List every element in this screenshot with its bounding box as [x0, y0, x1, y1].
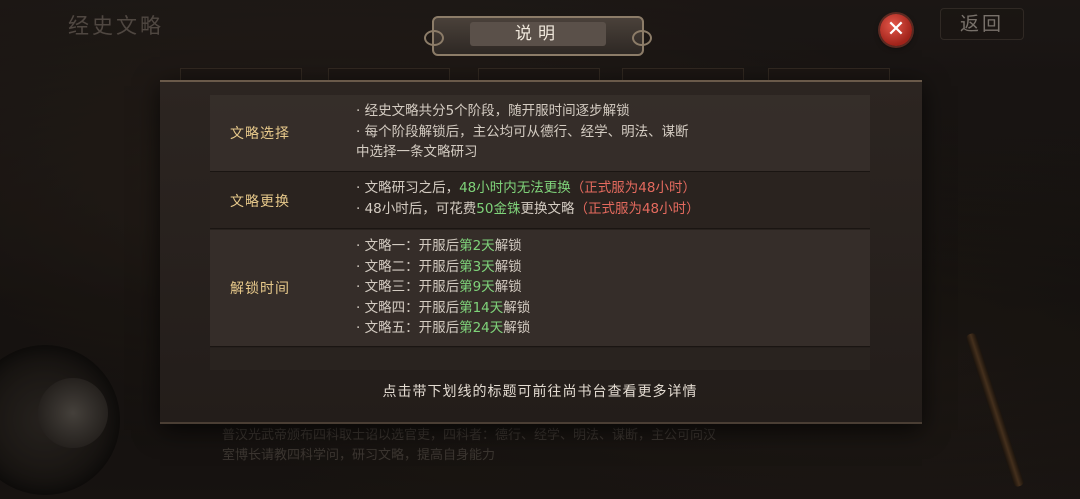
section-label[interactable]: 解锁时间: [210, 230, 310, 346]
section-body: · 文略一：开服后第2天解锁 · 文略二：开服后第3天解锁 · 文略三：开服后第9天…: [356, 236, 870, 339]
info-text: 每个阶段解锁后，主公均可从德行、经学、明法、谋断: [364, 123, 689, 140]
close-icon[interactable]: ✕: [880, 14, 912, 46]
info-text: 解锁: [494, 258, 522, 275]
info-line: · 48小时后，可花费50金铢更换文略（正式服为48小时）: [356, 199, 870, 220]
info-text: （正式服为48小时）: [574, 200, 700, 217]
info-text: 经史文略共分5个阶段，随开服时间逐步解锁: [364, 103, 630, 119]
info-text: 48小时内无法更换: [459, 180, 571, 196]
info-text: 解锁: [494, 279, 522, 295]
info-line: · 文略五：开服后第24天解锁: [356, 318, 870, 339]
info-text: 解锁: [494, 238, 522, 254]
section-body: · 文略研习之后，48小时内无法更换（正式服为48小时） · 48小时后，可花费5…: [356, 178, 870, 219]
bullet: ·: [356, 180, 365, 196]
bullet: ·: [356, 123, 365, 140]
info-line: · 文略四：开服后第14天解锁: [356, 298, 870, 319]
section-empty-row: [210, 348, 870, 370]
info-line: · 每个阶段解锁后，主公均可从德行、经学、明法、谋断: [356, 122, 870, 143]
info-text: 文略二：开服后: [364, 258, 460, 275]
info-text: 解锁: [503, 320, 531, 336]
dialog-title: 说明: [470, 22, 606, 46]
bullet: ·: [356, 103, 365, 119]
bullet: ·: [356, 320, 365, 336]
footer-note: 点击带下划线的标题可前往尚书台查看更多详情: [382, 384, 698, 400]
info-text: 48小时后，可花费: [364, 200, 477, 217]
info-line: · 文略研习之后，48小时内无法更换（正式服为48小时）: [356, 178, 870, 199]
info-text: 第14天: [459, 299, 504, 316]
info-text: 第9天: [459, 279, 495, 295]
info-text: （正式服为48小时）: [570, 180, 696, 196]
dialog-header: 说明: [424, 16, 652, 56]
info-line: · 经史文略共分5个阶段，随开服时间逐步解锁: [356, 101, 870, 122]
section-wenlue-selection: 文略选择 · 经史文略共分5个阶段，随开服时间逐步解锁 · 每个阶段解锁后，主公均…: [210, 95, 870, 172]
info-text: 第2天: [459, 238, 495, 254]
info-text: 50金铢: [476, 200, 521, 217]
info-text: 文略四：开服后: [364, 299, 460, 316]
info-text: 文略一：开服后: [364, 238, 460, 254]
info-text: 更换文略: [520, 200, 575, 217]
section-label[interactable]: 文略更换: [210, 173, 310, 228]
section-label[interactable]: 文略选择: [210, 95, 310, 171]
info-line: 中选择一条文略研习: [356, 142, 870, 163]
info-text: 第24天: [459, 320, 504, 336]
section-unlock-time: 解锁时间 · 文略一：开服后第2天解锁 · 文略二：开服后第3天解锁 · 文略三：开…: [210, 230, 870, 347]
info-text: 中选择一条文略研习: [356, 144, 478, 160]
bullet: ·: [356, 200, 365, 217]
info-text: 文略研习之后，: [364, 180, 460, 196]
bullet: ·: [356, 258, 365, 275]
info-line: · 文略二：开服后第3天解锁: [356, 257, 870, 278]
section-wenlue-change: 文略更换 · 文略研习之后，48小时内无法更换（正式服为48小时） · 48小时后…: [210, 173, 870, 229]
info-text: 文略五：开服后: [364, 320, 460, 336]
bullet: ·: [356, 238, 365, 254]
info-line: · 文略一：开服后第2天解锁: [356, 236, 870, 257]
bullet: ·: [356, 299, 365, 316]
section-body: · 经史文略共分5个阶段，随开服时间逐步解锁 · 每个阶段解锁后，主公均可从德行、…: [356, 101, 870, 163]
info-text: 文略三：开服后: [364, 279, 460, 295]
bullet: ·: [356, 279, 365, 295]
info-text: 解锁: [503, 299, 531, 316]
info-text: 第3天: [459, 258, 495, 275]
info-line: · 文略三：开服后第9天解锁: [356, 277, 870, 298]
